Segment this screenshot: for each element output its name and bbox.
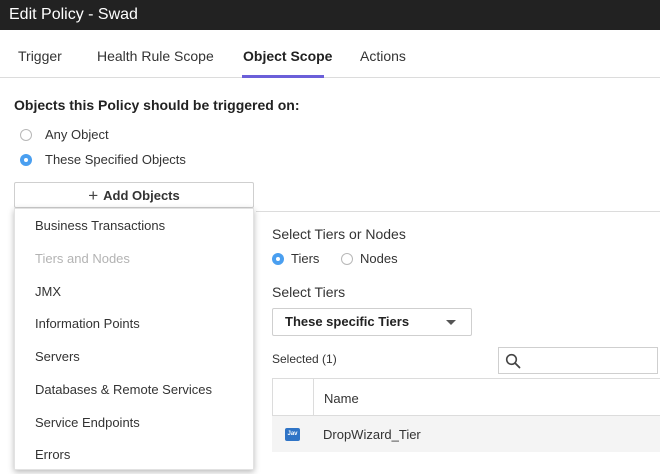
java-icon: Jav bbox=[285, 428, 300, 441]
selected-tiers-table: Name Jav DropWizard_Tier bbox=[272, 378, 660, 474]
chevron-down-icon bbox=[446, 320, 456, 325]
window-title: Edit Policy - Swad bbox=[0, 0, 660, 30]
tier-search-box[interactable] bbox=[498, 347, 658, 374]
active-tab-indicator bbox=[242, 75, 324, 78]
search-input[interactable] bbox=[525, 351, 657, 372]
add-objects-label: Add Objects bbox=[103, 187, 180, 203]
select-tiers-label: Select Tiers bbox=[272, 284, 346, 300]
table-row[interactable]: Jav DropWizard_Tier bbox=[272, 416, 660, 452]
any-object-radio[interactable] bbox=[20, 128, 32, 141]
tier-name: DropWizard_Tier bbox=[323, 427, 421, 442]
nodes-label: Nodes bbox=[360, 251, 398, 266]
tiers-option[interactable]: Tiers bbox=[272, 251, 319, 266]
nodes-radio[interactable] bbox=[341, 252, 353, 265]
select-tiers-or-nodes-label: Select Tiers or Nodes bbox=[272, 226, 406, 242]
object-scope-heading: Objects this Policy should be triggered … bbox=[14, 97, 300, 113]
tab-trigger[interactable]: Trigger bbox=[18, 30, 62, 77]
menu-item-databases-remote-services[interactable]: Databases & Remote Services bbox=[35, 382, 212, 397]
menu-item-tiers-and-nodes: Tiers and Nodes bbox=[35, 251, 130, 266]
menu-item-errors[interactable]: Errors bbox=[35, 447, 70, 462]
name-column-header[interactable]: Name bbox=[324, 391, 359, 406]
add-objects-menu: Business Transactions Tiers and Nodes JM… bbox=[14, 208, 254, 470]
tiers-scope-select[interactable]: These specific Tiers bbox=[272, 308, 472, 336]
tab-bar: Trigger Health Rule Scope Object Scope A… bbox=[0, 30, 660, 78]
menu-item-service-endpoints[interactable]: Service Endpoints bbox=[35, 415, 140, 430]
any-object-label: Any Object bbox=[45, 127, 109, 142]
menu-item-business-transactions[interactable]: Business Transactions bbox=[35, 218, 165, 233]
menu-item-servers[interactable]: Servers bbox=[35, 349, 80, 364]
specified-objects-radio[interactable] bbox=[20, 153, 32, 166]
tiers-radio[interactable] bbox=[272, 252, 284, 265]
any-object-option[interactable]: Any Object bbox=[20, 127, 109, 142]
selected-count: Selected (1) bbox=[272, 352, 337, 366]
specified-objects-option[interactable]: These Specified Objects bbox=[20, 152, 186, 167]
specified-objects-label: These Specified Objects bbox=[45, 152, 186, 167]
add-objects-button[interactable]: + Add Objects bbox=[14, 182, 254, 208]
tab-object-scope[interactable]: Object Scope bbox=[243, 30, 332, 77]
table-header: Name bbox=[272, 378, 660, 417]
tab-actions[interactable]: Actions bbox=[360, 30, 406, 77]
nodes-option[interactable]: Nodes bbox=[341, 251, 398, 266]
tiers-label: Tiers bbox=[291, 251, 320, 266]
menu-item-jmx[interactable]: JMX bbox=[35, 284, 61, 299]
search-icon bbox=[505, 353, 521, 369]
tab-health-rule-scope[interactable]: Health Rule Scope bbox=[97, 30, 214, 77]
menu-item-information-points[interactable]: Information Points bbox=[35, 316, 140, 331]
plus-icon: + bbox=[88, 185, 99, 205]
column-divider bbox=[313, 379, 314, 417]
tiers-scope-value: These specific Tiers bbox=[285, 314, 410, 329]
